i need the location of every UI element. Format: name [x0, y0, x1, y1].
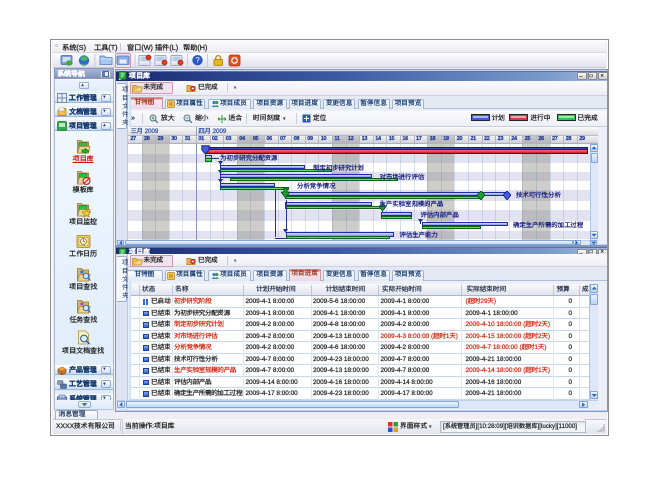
svg-text:?: ? [195, 56, 200, 65]
